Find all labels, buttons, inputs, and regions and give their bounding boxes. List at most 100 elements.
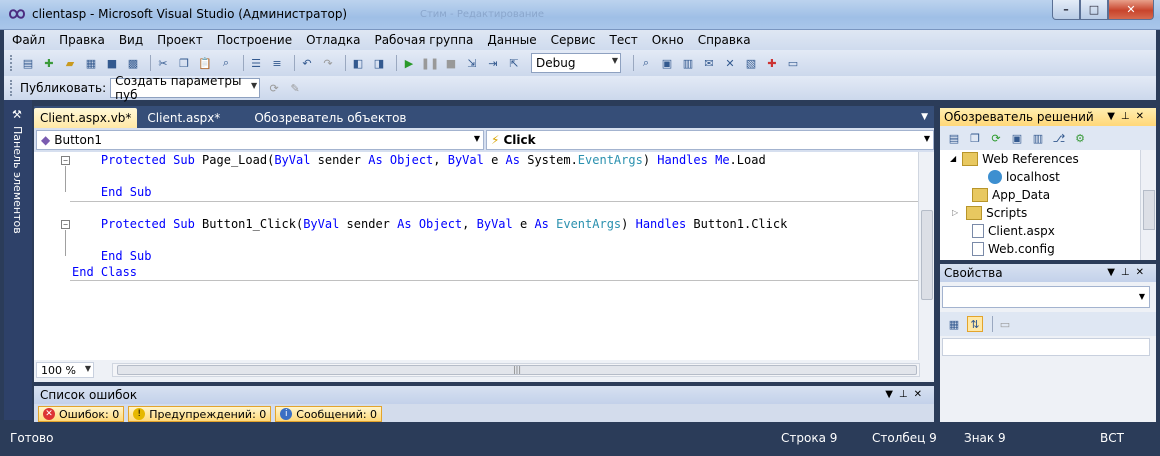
start-debugging-icon[interactable]: ▶: [401, 55, 417, 71]
properties-window-icon[interactable]: ▣: [659, 55, 675, 71]
nest-related-files-icon[interactable]: ⎇: [1051, 130, 1067, 146]
code-area[interactable]: − Protected Sub Page_Load(ByVal sender A…: [34, 152, 918, 360]
alphabetical-icon[interactable]: ⇅: [967, 316, 983, 332]
pin-icon[interactable]: ⊥: [1121, 267, 1136, 278]
toolbox-icon[interactable]: ✕: [722, 55, 738, 71]
chevron-down-icon[interactable]: ▼: [885, 389, 899, 400]
uncomment-icon[interactable]: ≡: [269, 55, 285, 71]
expanded-icon[interactable]: ◢: [950, 150, 956, 168]
paste-icon[interactable]: 📋: [197, 55, 213, 71]
show-all-files-icon[interactable]: ❐: [967, 130, 983, 146]
scroll-thumb[interactable]: [921, 210, 933, 300]
warnings-filter-button[interactable]: ! Предупреждений: 0: [128, 406, 272, 422]
collapse-icon[interactable]: −: [61, 220, 70, 229]
cut-icon[interactable]: ✂: [155, 55, 171, 71]
stop-icon[interactable]: ■: [443, 55, 459, 71]
tree-item[interactable]: App_Data: [972, 186, 1050, 204]
horizontal-scrollbar[interactable]: |||: [112, 363, 920, 377]
close-icon[interactable]: ✕: [1136, 111, 1150, 122]
property-pages-icon[interactable]: ▭: [997, 316, 1013, 332]
step-over-icon[interactable]: ⇥: [485, 55, 501, 71]
copy-icon[interactable]: ❐: [176, 55, 192, 71]
save-all-icon[interactable]: ▩: [125, 55, 141, 71]
undo-icon[interactable]: ↶: [299, 55, 315, 71]
menu-edit[interactable]: Правка: [59, 33, 105, 47]
redo-icon[interactable]: ↷: [320, 55, 336, 71]
close-icon[interactable]: ✕: [1136, 267, 1150, 278]
menu-window[interactable]: Окно: [652, 33, 684, 47]
collapse-icon[interactable]: −: [61, 156, 70, 165]
comment-icon[interactable]: ☰: [248, 55, 264, 71]
collapsed-icon[interactable]: ▷: [952, 204, 958, 222]
add-item-icon[interactable]: ✚: [41, 55, 57, 71]
scroll-thumb[interactable]: |||: [117, 365, 917, 375]
menu-data[interactable]: Данные: [487, 33, 536, 47]
step-into-icon[interactable]: ⇲: [464, 55, 480, 71]
view-code-icon[interactable]: ▣: [1009, 130, 1025, 146]
property-grid[interactable]: [942, 338, 1150, 356]
menu-file[interactable]: Файл: [12, 33, 45, 47]
tab-client-aspx[interactable]: Client.aspx*: [141, 108, 226, 128]
tab-object-browser[interactable]: Обозреватель объектов: [248, 108, 412, 128]
copy-website-icon[interactable]: ⚙: [1072, 130, 1088, 146]
errors-filter-button[interactable]: ✕ Ошибок: 0: [38, 406, 125, 422]
tree-item[interactable]: localhost: [988, 168, 1060, 186]
menu-test[interactable]: Тест: [609, 33, 637, 47]
object-browser-icon[interactable]: ✉: [701, 55, 717, 71]
chevron-down-icon[interactable]: ▼: [1107, 267, 1121, 278]
toolbar-grip[interactable]: [10, 55, 14, 71]
navigate-forward-icon[interactable]: ◨: [371, 55, 387, 71]
vertical-scrollbar[interactable]: [1140, 150, 1156, 260]
command-window-icon[interactable]: ▭: [785, 55, 801, 71]
solution-configuration-select[interactable]: Debug ▼: [531, 53, 621, 73]
menu-tools[interactable]: Сервис: [551, 33, 596, 47]
tree-item[interactable]: Client.aspx: [972, 222, 1055, 240]
publish-profile-select[interactable]: Создать параметры пуб ▼: [110, 74, 261, 102]
view-designer-icon[interactable]: ▥: [1030, 130, 1046, 146]
close-button[interactable]: ✕: [1108, 0, 1154, 20]
minimize-button[interactable]: –: [1052, 0, 1080, 20]
menu-help[interactable]: Справка: [698, 33, 751, 47]
maximize-button[interactable]: □: [1080, 0, 1108, 20]
menu-team[interactable]: Рабочая группа: [374, 33, 473, 47]
categorized-icon[interactable]: ▦: [946, 316, 962, 332]
step-out-icon[interactable]: ⇱: [506, 55, 522, 71]
properties-icon[interactable]: ▤: [946, 130, 962, 146]
pin-icon[interactable]: ⊥: [899, 389, 914, 400]
tab-client-aspx-vb[interactable]: Client.aspx.vb*: [34, 108, 138, 128]
refresh-icon[interactable]: ⟳: [988, 130, 1004, 146]
close-icon[interactable]: ✕: [914, 389, 928, 400]
pause-icon[interactable]: ❚❚: [421, 55, 439, 71]
menu-view[interactable]: Вид: [119, 33, 143, 47]
navigate-backward-icon[interactable]: ◧: [350, 55, 366, 71]
find-icon[interactable]: ⌕: [218, 55, 234, 71]
vertical-scrollbar[interactable]: [918, 152, 934, 360]
toolbox-strip[interactable]: ⚒ Панель элементов: [4, 100, 32, 420]
save-icon[interactable]: ■: [104, 55, 120, 71]
chevron-down-icon[interactable]: ▼: [1107, 111, 1121, 122]
tree-item[interactable]: Web.config: [972, 240, 1055, 258]
chevron-down-icon[interactable]: ▼: [921, 112, 928, 122]
new-project-icon[interactable]: ▤: [20, 55, 36, 71]
object-select[interactable]: ▼: [942, 286, 1150, 308]
member-select[interactable]: ⚡ Click ▼: [486, 130, 934, 150]
add-new-item-icon[interactable]: ▦: [83, 55, 99, 71]
publish-web-icon[interactable]: ⟳: [266, 80, 282, 96]
start-page-icon[interactable]: ✚: [764, 55, 780, 71]
menu-build[interactable]: Построение: [217, 33, 292, 47]
object-select[interactable]: ◆ Button1 ▼: [36, 130, 484, 150]
zoom-select[interactable]: 100 % ▼: [36, 362, 94, 378]
menu-project[interactable]: Проект: [157, 33, 203, 47]
extension-manager-icon[interactable]: ▧: [743, 55, 759, 71]
scroll-thumb[interactable]: [1143, 190, 1155, 230]
menu-debug[interactable]: Отладка: [306, 33, 360, 47]
solution-explorer-icon[interactable]: ▥: [680, 55, 696, 71]
find-in-files-icon[interactable]: ⌕: [638, 55, 654, 71]
open-folder-icon[interactable]: ▰: [62, 55, 78, 71]
toolbar-grip[interactable]: [10, 80, 14, 96]
messages-filter-button[interactable]: i Сообщений: 0: [275, 406, 383, 422]
publish-settings-icon[interactable]: ✎: [287, 80, 303, 96]
tree-item[interactable]: ▷ Scripts: [952, 204, 1027, 222]
pin-icon[interactable]: ⊥: [1121, 111, 1136, 122]
tree-item[interactable]: ◢ Web References: [950, 150, 1079, 168]
